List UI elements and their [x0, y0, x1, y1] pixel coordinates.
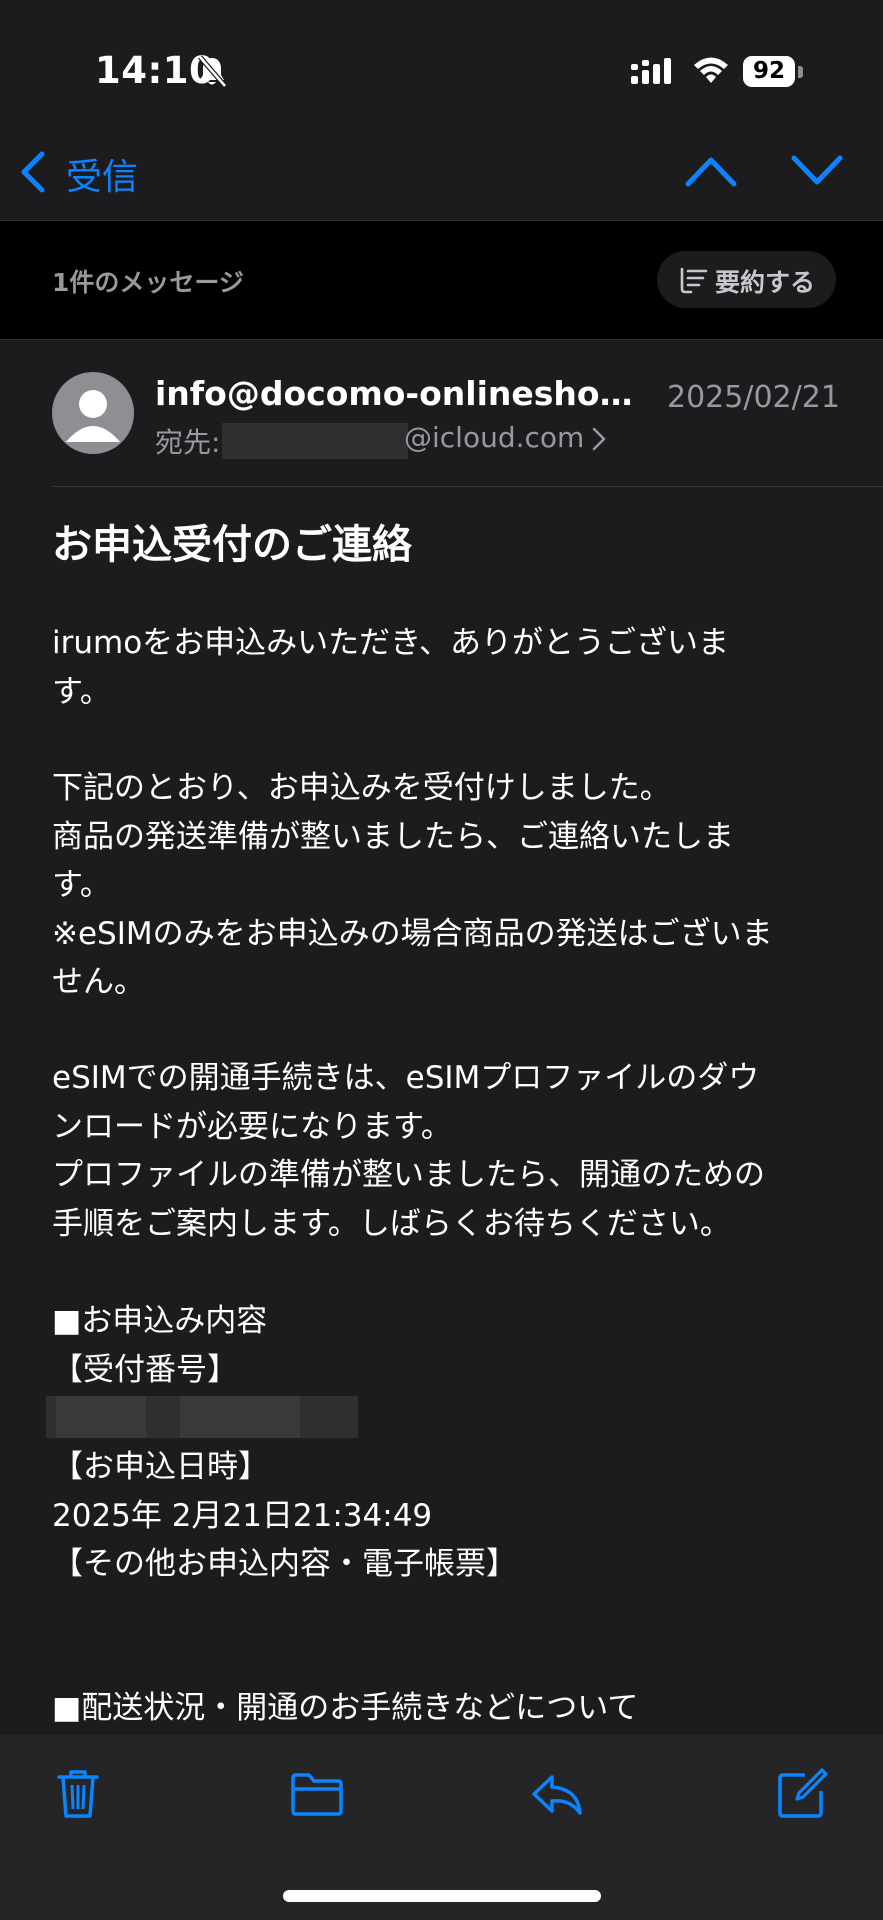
folder-icon[interactable] — [290, 1767, 344, 1821]
chevron-left-icon[interactable] — [18, 150, 48, 194]
sender-address[interactable]: info@docomo-onlineshop.n... — [155, 374, 650, 413]
recipient-domain[interactable]: @icloud.com — [404, 421, 584, 454]
email-date: 2025/02/21 — [667, 380, 840, 415]
chevron-up-icon[interactable] — [684, 152, 738, 188]
body-paragraph: irumoをお申込みいただき、ありがとうございま す。 — [52, 625, 729, 710]
redacted-block — [222, 423, 408, 459]
battery-level: 92 — [743, 56, 795, 87]
redacted-block — [56, 1396, 146, 1438]
trash-icon[interactable] — [51, 1767, 105, 1821]
body-paragraph: ■配送状況・開通のお手続きなどについて — [52, 1690, 639, 1726]
home-indicator[interactable] — [283, 1890, 601, 1902]
back-button[interactable]: 受信 — [66, 148, 138, 200]
body-paragraph: ■お申込み内容 【受付番号】 — [52, 1303, 268, 1388]
reply-icon[interactable] — [530, 1767, 584, 1821]
compose-icon[interactable] — [775, 1767, 829, 1821]
bell-slash-icon — [198, 55, 227, 88]
body-paragraph: 【お申込日時】 2025年 2月21日21:34:49 【その他お申込内容・電子… — [52, 1449, 517, 1582]
divider — [0, 339, 883, 340]
body-paragraph: 下記のとおり、お申込みを受付けしました。 商品の発送準備が整いましたら、ご連絡い… — [52, 770, 773, 1000]
body-paragraph: eSIMでの開通手続きは、eSIMプロファイルのダウ ンロードが必要になります。… — [52, 1060, 765, 1242]
recipient-label: 宛先: — [155, 426, 221, 459]
chevron-down-icon[interactable] — [790, 152, 844, 188]
redacted-block — [180, 1396, 300, 1438]
message-count: 1件のメッセージ — [52, 268, 244, 297]
battery-tip — [798, 66, 803, 78]
person-icon — [66, 390, 120, 442]
avatar — [52, 372, 134, 454]
chevron-right-icon[interactable] — [592, 427, 606, 451]
cellular-signal-icon — [631, 58, 671, 84]
wifi-icon — [694, 57, 728, 83]
summary-lines-icon — [680, 267, 708, 294]
email-subject: お申込受付のご連絡 — [52, 522, 412, 568]
divider — [52, 486, 883, 487]
summarize-label[interactable]: 要約する — [715, 263, 815, 299]
